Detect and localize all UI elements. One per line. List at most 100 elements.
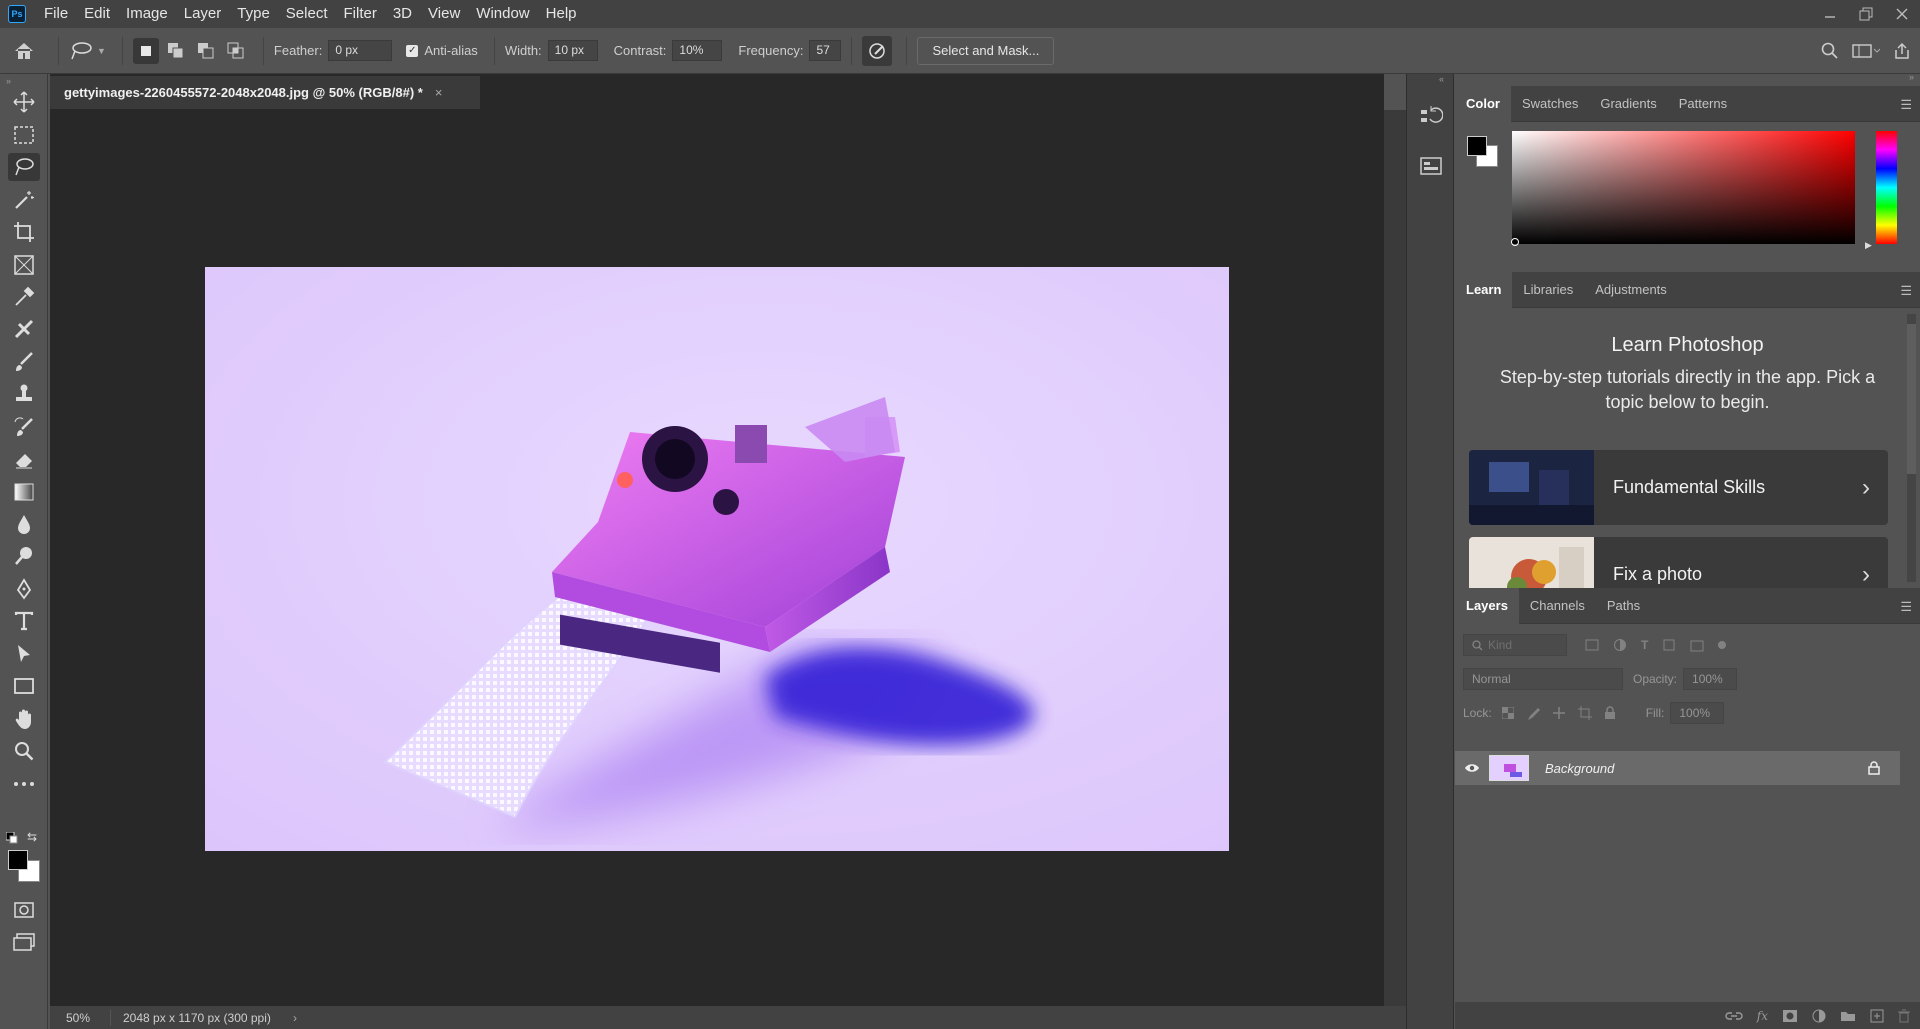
tool-preset-picker[interactable]: ▼ [69,40,106,62]
search-button[interactable] [1812,42,1848,60]
tab-layers[interactable]: Layers [1455,587,1519,624]
menu-type[interactable]: Type [229,0,278,28]
layer-style-icon[interactable]: fx [1757,1009,1768,1023]
tab-patterns[interactable]: Patterns [1668,86,1738,122]
collapse-panels-icon[interactable]: » [1909,72,1914,82]
marquee-tool[interactable] [8,121,40,149]
learn-card-fundamental-skills[interactable]: Fundamental Skills › [1469,450,1888,525]
menu-window[interactable]: Window [468,0,537,28]
frame-tool[interactable] [8,251,40,279]
status-more-icon[interactable]: › [293,1011,297,1025]
layer-row-background[interactable]: Background [1455,751,1900,785]
layer-name[interactable]: Background [1545,761,1614,776]
layer-lock-icon[interactable] [1868,761,1880,775]
minimize-button[interactable] [1812,0,1848,28]
canvas-vertical-scrollbar[interactable] [1384,110,1406,1006]
collapse-toolbar-icon[interactable]: » [6,76,11,86]
close-document-icon[interactable]: × [435,85,443,100]
add-to-selection-button[interactable] [163,38,189,64]
eyedropper-tool[interactable] [8,283,40,311]
subtract-from-selection-button[interactable] [193,38,219,64]
color-picker-cursor[interactable] [1511,238,1519,246]
quick-mask-button[interactable] [8,896,40,924]
fill-input[interactable]: 100% [1670,702,1725,724]
tab-adjustments[interactable]: Adjustments [1584,272,1678,308]
layer-filter-kind[interactable]: Kind [1463,634,1567,656]
rectangle-tool[interactable] [8,672,40,700]
new-selection-button[interactable] [132,37,159,64]
select-and-mask-button[interactable]: Select and Mask... [917,36,1055,65]
stylus-pressure-button[interactable] [862,35,893,66]
antialias-checkbox[interactable]: ✓ [406,44,419,57]
restore-button[interactable] [1848,0,1884,28]
zoom-tool[interactable] [8,737,40,765]
swap-colors-icon[interactable]: ⇆ [27,830,37,844]
close-window-button[interactable] [1884,0,1920,28]
frequency-input[interactable]: 57 [809,40,842,61]
properties-panel-button[interactable] [1419,154,1443,178]
learn-card-fix-a-photo[interactable]: Fix a photo › [1469,537,1888,588]
brush-tool[interactable] [8,348,40,376]
learn-scrollbar[interactable] [1907,314,1916,582]
menu-3d[interactable]: 3D [385,0,420,28]
history-brush-tool[interactable] [8,413,40,441]
menu-file[interactable]: File [36,0,76,28]
panel-menu-icon[interactable]: ☰ [1900,97,1912,113]
foreground-color-swatch[interactable] [8,850,28,870]
new-group-icon[interactable] [1840,1010,1856,1022]
pen-tool[interactable] [8,575,40,603]
tab-swatches[interactable]: Swatches [1511,86,1589,122]
menu-help[interactable]: Help [538,0,585,28]
history-panel-button[interactable] [1419,104,1443,128]
menu-select[interactable]: Select [278,0,336,28]
magic-wand-tool[interactable] [8,186,40,214]
document-image[interactable] [205,267,1229,851]
workspace-switcher[interactable] [1848,43,1884,59]
eraser-tool[interactable] [8,445,40,473]
layer-visibility-toggle[interactable] [1455,763,1489,773]
color-foreground-swatch[interactable] [1467,136,1487,156]
photoshop-logo[interactable]: Ps [8,5,26,23]
menu-view[interactable]: View [420,0,468,28]
tab-libraries[interactable]: Libraries [1512,272,1584,308]
share-button[interactable] [1884,42,1920,60]
path-select-tool[interactable] [8,640,40,668]
menu-image[interactable]: Image [118,0,176,28]
home-button[interactable] [0,41,48,61]
menu-edit[interactable]: Edit [76,0,118,28]
learn-panel-menu-icon[interactable]: ☰ [1900,283,1912,299]
delete-layer-icon[interactable] [1898,1009,1910,1023]
move-tool[interactable] [8,88,40,116]
healing-tool[interactable] [8,315,40,343]
document-tab[interactable]: gettyimages-2260455572-2048x2048.jpg @ 5… [50,76,480,109]
link-layers-icon[interactable] [1725,1011,1743,1021]
gradient-tool[interactable] [8,478,40,506]
layers-panel-menu-icon[interactable]: ☰ [1900,599,1912,615]
dodge-tool[interactable] [8,542,40,570]
adjustment-layer-icon[interactable] [1812,1009,1826,1023]
tab-paths[interactable]: Paths [1596,588,1651,624]
opacity-input[interactable]: 100% [1683,668,1738,690]
screen-mode-button[interactable] [8,928,40,956]
more-tools-button[interactable] [8,770,40,798]
add-mask-icon[interactable] [1782,1009,1798,1023]
width-input[interactable]: 10 px [547,40,598,61]
hue-slider[interactable] [1876,131,1897,244]
feather-input[interactable]: 0 px [328,40,393,61]
collapse-dock-icon[interactable]: « [1439,74,1444,84]
blend-mode-dropdown[interactable]: Normal [1463,668,1623,690]
default-colors-icon[interactable] [6,832,18,844]
blur-tool[interactable] [8,510,40,538]
type-tool[interactable] [8,607,40,635]
zoom-level[interactable]: 50% [50,1011,110,1025]
crop-tool[interactable] [8,218,40,246]
intersect-selection-button[interactable] [223,38,249,64]
new-layer-icon[interactable] [1870,1009,1884,1023]
tab-color[interactable]: Color [1455,85,1511,122]
stamp-tool[interactable] [8,380,40,408]
tab-channels[interactable]: Channels [1519,588,1596,624]
tab-learn[interactable]: Learn [1455,272,1513,308]
menu-filter[interactable]: Filter [336,0,385,28]
lasso-tool[interactable] [8,153,40,181]
tab-gradients[interactable]: Gradients [1589,86,1667,122]
